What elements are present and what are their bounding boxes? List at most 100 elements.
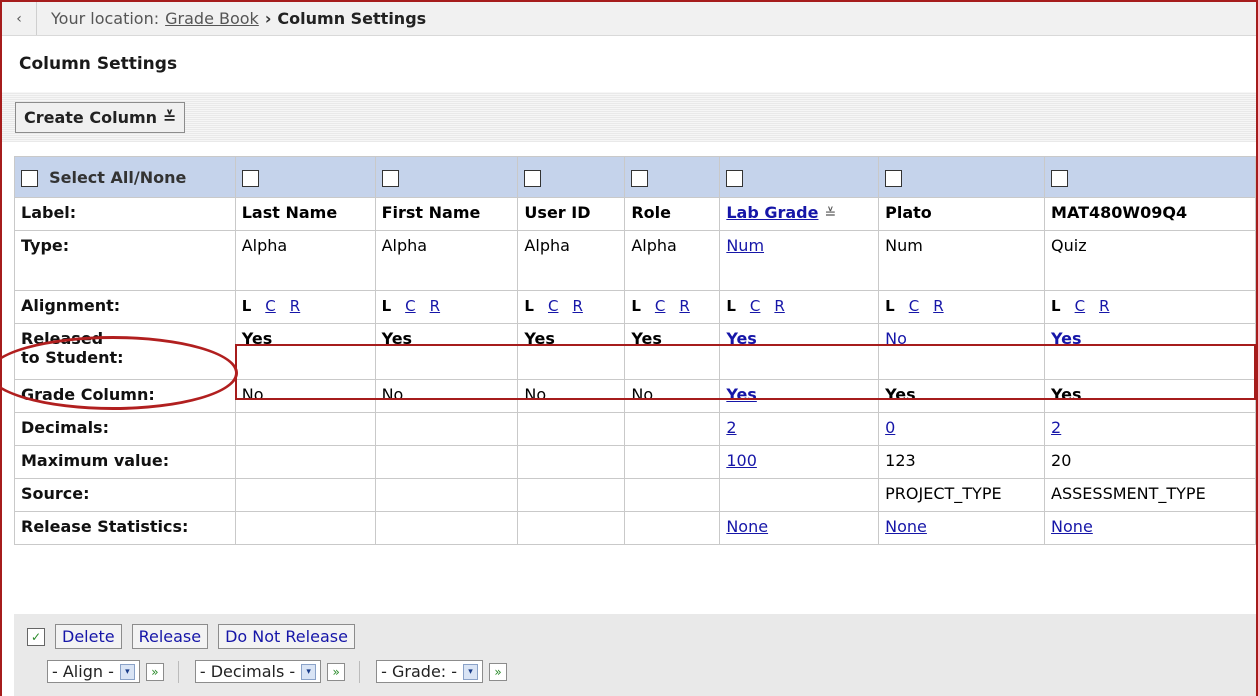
- decimals-select[interactable]: - Decimals - ▾: [194, 660, 322, 683]
- column-checkbox-last-name[interactable]: [241, 169, 259, 187]
- max-value: [374, 445, 519, 479]
- align-center-link[interactable]: C: [1075, 297, 1085, 315]
- released-value: Yes: [374, 323, 519, 380]
- column-checkbox-user-id[interactable]: [524, 169, 542, 187]
- chevron-down-icon: ▾: [119, 663, 135, 680]
- released-link[interactable]: Yes: [726, 329, 757, 348]
- max-value: [624, 445, 721, 479]
- column-label-cell: Lab Grade ≚: [719, 197, 880, 231]
- released-row: Released to Student: Yes Yes Yes Yes Yes …: [14, 323, 1256, 380]
- column-checkbox-plato[interactable]: [885, 169, 903, 187]
- stats-link[interactable]: None: [885, 517, 927, 536]
- align-right-link[interactable]: R: [774, 297, 784, 315]
- released-label-line1: Released: [21, 329, 104, 348]
- column-checkbox-lab-grade[interactable]: [726, 169, 744, 187]
- released-value: Yes: [624, 323, 721, 380]
- released-link[interactable]: No: [885, 329, 907, 348]
- type-value: Alpha: [374, 230, 519, 291]
- align-right-link[interactable]: R: [290, 297, 300, 315]
- max-link[interactable]: 100: [726, 451, 757, 470]
- row-label: Label:: [14, 197, 236, 231]
- stats-link[interactable]: None: [1051, 517, 1093, 536]
- align-left-selected: L: [381, 297, 392, 315]
- column-select-cell[interactable]: [234, 156, 376, 198]
- max-cell: 100: [719, 445, 880, 479]
- alignment-cell: LCR: [719, 290, 880, 324]
- row-label: Decimals:: [14, 412, 236, 446]
- align-right-link[interactable]: R: [933, 297, 943, 315]
- stats-value: [374, 511, 519, 545]
- row-label: Source:: [14, 478, 236, 512]
- decimals-link[interactable]: 2: [1051, 418, 1061, 437]
- column-checkbox-quiz[interactable]: [1051, 169, 1069, 187]
- bulk-actions-panel: ✓ Delete Release Do Not Release - Align …: [14, 614, 1256, 696]
- align-right-link[interactable]: R: [430, 297, 440, 315]
- max-value: 20: [1044, 445, 1256, 479]
- type-link-num[interactable]: Num: [726, 236, 764, 255]
- decimals-link[interactable]: 0: [885, 418, 895, 437]
- breadcrumb-link-grade-book[interactable]: Grade Book: [165, 9, 259, 28]
- align-center-link[interactable]: C: [655, 297, 665, 315]
- alignment-cell: LCR: [517, 290, 626, 324]
- select-all-label: Select All/None: [49, 167, 187, 187]
- align-left-selected: L: [241, 297, 252, 315]
- align-center-link[interactable]: C: [548, 297, 558, 315]
- align-go-icon[interactable]: »: [145, 662, 164, 681]
- type-row: Type: Alpha Alpha Alpha Alpha Num Num Qu…: [14, 230, 1256, 291]
- column-select-cell[interactable]: [624, 156, 721, 198]
- align-center-link[interactable]: C: [909, 297, 919, 315]
- column-select-cell[interactable]: [517, 156, 626, 198]
- source-value: [234, 478, 376, 512]
- create-column-button[interactable]: Create Column ≚: [15, 101, 186, 133]
- divider: [177, 660, 179, 683]
- column-label: Plato: [878, 197, 1046, 231]
- column-checkbox-role[interactable]: [631, 169, 649, 187]
- column-select-cell[interactable]: [878, 156, 1046, 198]
- column-select-cell[interactable]: [719, 156, 880, 198]
- decimals-link[interactable]: 2: [726, 418, 736, 437]
- back-icon[interactable]: ‹: [2, 2, 37, 35]
- align-select[interactable]: - Align - ▾: [47, 660, 140, 683]
- released-link[interactable]: Yes: [1051, 329, 1082, 348]
- column-label-link-lab-grade[interactable]: Lab Grade: [726, 203, 818, 222]
- grade-value: No: [234, 379, 376, 413]
- select-all-cell[interactable]: Select All/None: [14, 156, 236, 198]
- grade-go-icon[interactable]: »: [489, 662, 508, 681]
- menu-icon: ≚: [163, 107, 177, 127]
- max-value: 123: [878, 445, 1046, 479]
- stats-value: [517, 511, 626, 545]
- decimals-value: [374, 412, 519, 446]
- align-right-link[interactable]: R: [679, 297, 689, 315]
- select-all-checkbox[interactable]: [21, 169, 38, 187]
- delete-button[interactable]: Delete: [55, 624, 122, 649]
- alignment-cell: LCR: [878, 290, 1046, 324]
- align-center-link[interactable]: C: [405, 297, 415, 315]
- column-checkbox-first-name[interactable]: [381, 169, 399, 187]
- decimals-cell: 0: [878, 412, 1046, 446]
- toolbar: Create Column ≚: [2, 92, 1256, 142]
- decimals-select-value: - Decimals -: [199, 662, 296, 681]
- align-center-link[interactable]: C: [265, 297, 275, 315]
- bulk-action-buttons: ✓ Delete Release Do Not Release: [27, 624, 355, 649]
- grade-cell: Yes: [719, 379, 880, 413]
- do-not-release-button[interactable]: Do Not Release: [218, 624, 355, 649]
- grade-select[interactable]: - Grade: - ▾: [376, 660, 484, 683]
- align-right-link[interactable]: R: [572, 297, 582, 315]
- release-button[interactable]: Release: [131, 624, 209, 649]
- stats-link[interactable]: None: [726, 517, 768, 536]
- column-select-cell[interactable]: [1044, 156, 1256, 198]
- column-select-cell[interactable]: [374, 156, 519, 198]
- align-select-value: - Align -: [52, 662, 114, 681]
- divider: [359, 660, 361, 683]
- grade-link[interactable]: Yes: [726, 385, 757, 404]
- source-value: [374, 478, 519, 512]
- source-value: [517, 478, 626, 512]
- align-right-link[interactable]: R: [1099, 297, 1109, 315]
- column-label: User ID: [517, 197, 626, 231]
- max-value: [234, 445, 376, 479]
- align-left-selected: L: [524, 297, 534, 315]
- row-label: Type:: [14, 230, 236, 291]
- menu-icon[interactable]: ≚: [824, 206, 836, 222]
- align-center-link[interactable]: C: [750, 297, 760, 315]
- decimals-go-icon[interactable]: »: [327, 662, 346, 681]
